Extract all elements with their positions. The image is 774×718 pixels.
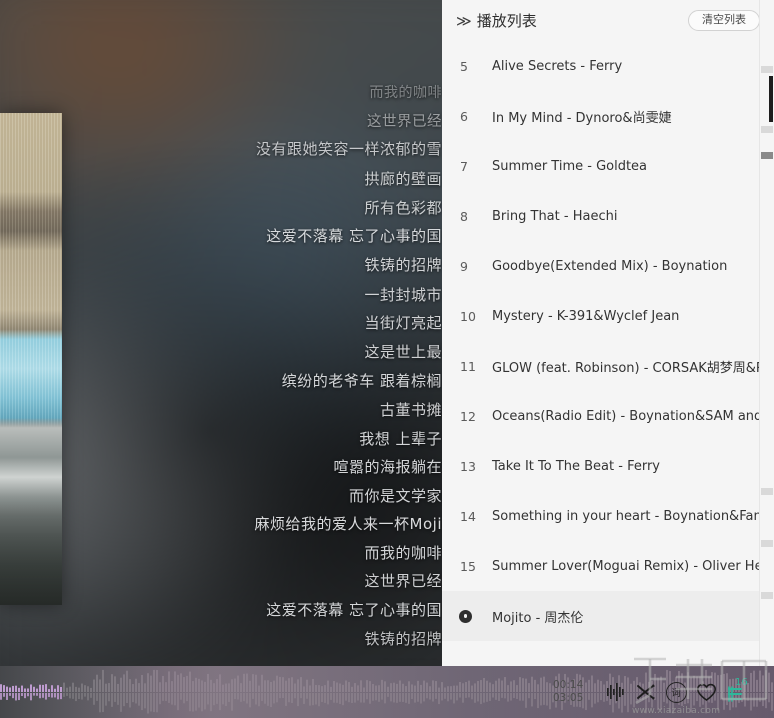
shuffle-icon [637, 684, 655, 700]
equalizer-icon [607, 683, 624, 701]
lyric-line: 这爱不落幕 忘了心事的国 [266, 601, 442, 619]
edge-marker [761, 126, 773, 133]
track-title: Summer Lover(Moguai Remix) - Oliver Held… [492, 558, 774, 574]
lyric-line: 喧嚣的海报躺在 [333, 458, 442, 476]
total-time: 03:05 [553, 692, 584, 704]
track-index: 13 [460, 458, 476, 474]
track-index: 9 [460, 258, 468, 274]
playlist-track-row[interactable]: 5 Alive Secrets - Ferry [442, 41, 774, 91]
track-index: 8 [460, 208, 468, 224]
lyric-line: 这爱不落幕 忘了心事的国 [266, 227, 442, 245]
lyric-line: 这是世上最 [364, 343, 442, 361]
playlist-count-badge: 16 [735, 677, 748, 688]
playlist-track-row[interactable]: 6 In My Mind - Dynoro&尚雯婕 [442, 91, 774, 141]
track-title: Something in your heart - Boynation&Fanc… [492, 508, 774, 524]
track-title: Mystery - K-391&Wyclef Jean [492, 308, 680, 324]
lyric-line: 古董书摊 [379, 401, 442, 419]
track-title: Mojito - 周杰伦 [492, 610, 584, 626]
edge-marker [761, 592, 773, 599]
track-index: 10 [460, 308, 476, 324]
lyric-line: 这世界已经 [364, 572, 442, 590]
playlist-track-row[interactable]: 10 Mystery - K-391&Wyclef Jean [442, 291, 774, 341]
lyric-line: 而我的咖啡 [369, 85, 442, 101]
lyrics-button-label: 词 [665, 681, 687, 703]
lyric-line: 一封封城市 [367, 657, 442, 660]
playlist-track-row[interactable]: 7 Summer Time - Goldtea [442, 141, 774, 191]
track-title: GLOW (feat. Robinson) - CORSAK胡梦周&Rob [492, 360, 774, 376]
playlist-title: 播放列表 [476, 12, 537, 30]
playlist-panel: ≫ 播放列表 清空列表 5 Alive Secrets - Ferry 6 In My… [442, 0, 774, 666]
playlist-track-row[interactable]: 11 GLOW (feat. Robinson) - CORSAK胡梦周&Rob [442, 341, 774, 391]
track-index: 6 [460, 108, 468, 124]
playlist-track-row[interactable]: 8 Bring That - Haechi [442, 191, 774, 241]
lyric-line: 没有跟她笑容一样浓郁的雪 [255, 140, 442, 158]
playlist-track-row[interactable]: 15 Summer Lover(Moguai Remix) - Oliver He… [442, 541, 774, 591]
track-title: Take It To The Beat - Ferry [492, 458, 660, 474]
right-edge-strip [759, 0, 774, 666]
player-controls: 00:14 03:05 词 16 [545, 666, 774, 718]
lyrics-toggle-button[interactable]: 词 [661, 675, 691, 709]
heart-icon [696, 683, 716, 701]
track-title: Alive Secrets - Ferry [492, 58, 623, 74]
lyric-line: 这世界已经 [367, 114, 442, 130]
lyric-line: 我想 上辈子 [359, 430, 442, 448]
track-title: Oceans(Radio Edit) - Boynation&SAM and S… [492, 408, 774, 424]
lyric-line: 缤纷的老爷车 跟着棕榈 [281, 372, 442, 390]
lyric-line: 拱廊的壁画 [364, 170, 442, 188]
track-index: 5 [460, 58, 468, 74]
playlist-track-row[interactable]: 9 Goodbye(Extended Mix) - Boynation [442, 241, 774, 291]
lyric-line: 而你是文学家 [348, 487, 442, 505]
lyric-line: 麻烦给我的爱人来一杯Moji [254, 515, 442, 533]
lyrics-panel[interactable]: 而我的咖啡 这世界已经 没有跟她笑容一样浓郁的雪 拱廊的壁画 所有色彩都 这爱不落幕 忘了… [0, 60, 442, 660]
track-title: Summer Time - Goldtea [492, 158, 648, 174]
edge-marker [761, 488, 773, 495]
lyric-line: 所有色彩都 [364, 199, 442, 217]
edge-marker [761, 66, 773, 73]
track-index: 12 [460, 408, 476, 424]
lyric-line: 铁铸的招牌 [364, 256, 442, 274]
collapse-chevron-icon[interactable]: ≫ [456, 12, 472, 30]
track-index: 11 [460, 358, 476, 374]
playlist-track-row[interactable]: 12 Oceans(Radio Edit) - Boynation&SAM and… [442, 391, 774, 441]
lyric-line: 一封封城市 [364, 286, 442, 304]
shuffle-button[interactable] [631, 675, 661, 709]
track-index: 15 [460, 558, 476, 574]
lyric-line: 铁铸的招牌 [364, 630, 442, 648]
disc-icon [460, 610, 471, 622]
lyric-line: 而我的咖啡 [364, 544, 442, 562]
playlist-track-list[interactable]: 5 Alive Secrets - Ferry 6 In My Mind - Dyno… [442, 41, 774, 666]
favorite-button[interactable] [691, 675, 721, 709]
track-index: 14 [460, 508, 476, 524]
edge-marker [761, 152, 773, 159]
edge-marker [761, 540, 773, 547]
track-title: Bring That - Haechi [492, 208, 618, 224]
playlist-track-row[interactable]: 14 Something in your heart - Boynation&Fa… [442, 491, 774, 541]
playlist-toggle-button[interactable]: 16 [721, 675, 755, 709]
time-display: 00:14 03:05 [553, 679, 587, 705]
track-title: In My Mind - Dynoro&尚雯婕 [492, 110, 672, 126]
playlist-track-row[interactable]: 13 Take It To The Beat - Ferry [442, 441, 774, 491]
music-player-window: 而我的咖啡 这世界已经 没有跟她笑容一样浓郁的雪 拱廊的壁画 所有色彩都 这爱不落幕 忘了… [0, 0, 774, 718]
now-playing-indicator [442, 610, 474, 622]
equalizer-button[interactable] [601, 675, 631, 709]
clear-playlist-button[interactable]: 清空列表 [688, 9, 760, 32]
track-index: 7 [460, 158, 468, 174]
playlist-header: ≫ 播放列表 清空列表 [442, 0, 774, 41]
current-time: 00:14 [553, 679, 584, 691]
track-title: Goodbye(Extended Mix) - Boynation [492, 258, 728, 274]
playlist-track-row[interactable]: Mojito - 周杰伦 [442, 591, 774, 641]
lyric-line: 当街灯亮起 [364, 314, 442, 332]
edge-scrollbar-segment[interactable] [769, 76, 773, 122]
